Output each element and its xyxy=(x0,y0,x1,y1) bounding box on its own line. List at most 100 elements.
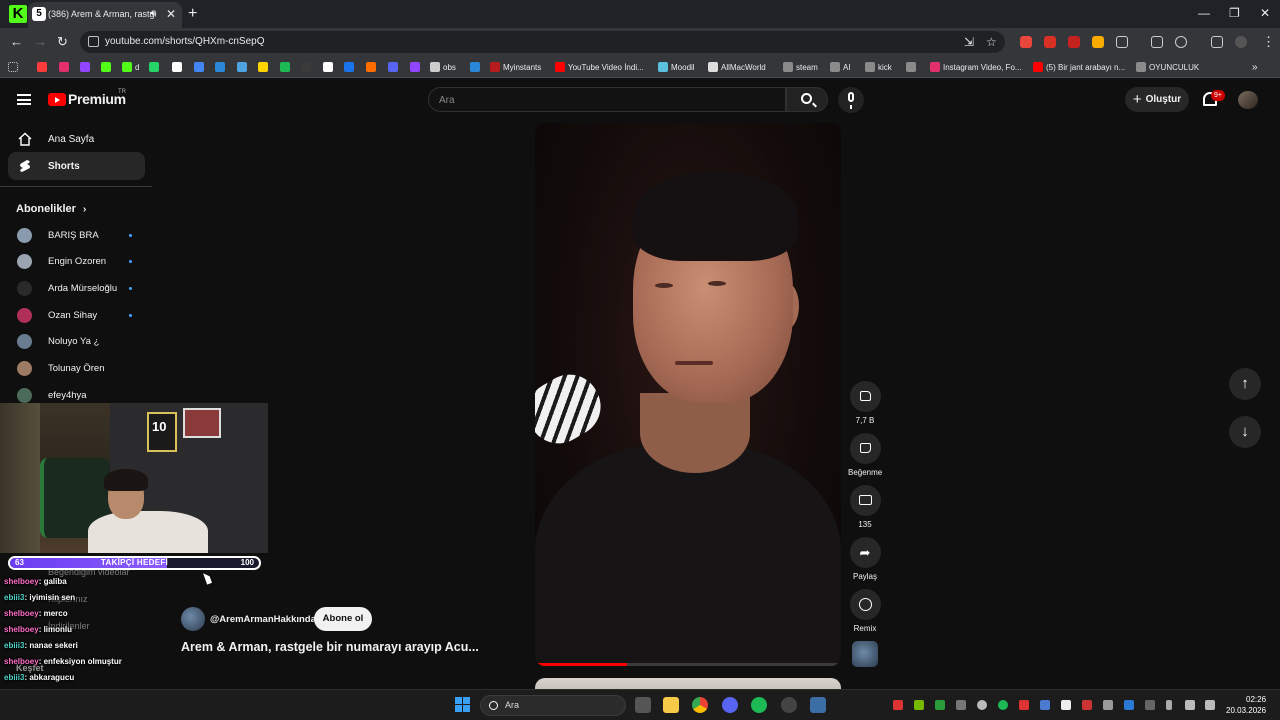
bookmark-item[interactable] xyxy=(410,61,420,73)
tray-icon[interactable] xyxy=(1061,700,1071,710)
tray-icon[interactable] xyxy=(893,700,903,710)
browser-menu-icon[interactable]: ⋮ xyxy=(1262,34,1275,50)
bookmark-item[interactable] xyxy=(80,61,90,73)
windows-start-icon[interactable] xyxy=(455,697,470,712)
bookmark-item[interactable] xyxy=(344,61,354,73)
subscribe-button[interactable]: Abone ol xyxy=(314,607,372,631)
bookmark-item[interactable]: AllMacWorld xyxy=(708,61,766,73)
install-app-icon[interactable]: ⇲ xyxy=(964,35,974,49)
bookmark-item[interactable]: YouTube Video İndi... xyxy=(555,61,644,73)
address-bar[interactable]: youtube.com/shorts/QHXm-cnSepQ ⇲ ☆ xyxy=(80,31,1005,53)
tray-icon[interactable] xyxy=(1040,700,1050,710)
tray-icon[interactable] xyxy=(1145,700,1155,710)
restore-icon[interactable]: ❐ xyxy=(1229,6,1240,20)
bookmark-item[interactable] xyxy=(172,61,182,73)
tray-icon[interactable] xyxy=(1103,700,1113,710)
subscription-item[interactable]: Noluyo Ya ¿ xyxy=(8,329,145,355)
microphone-tray-icon[interactable] xyxy=(1166,700,1172,710)
back-icon[interactable]: ← xyxy=(10,34,23,49)
dislike-action[interactable]: Beğenme xyxy=(848,433,882,477)
remix-button[interactable] xyxy=(849,589,881,620)
kick-tab-icon[interactable]: K xyxy=(9,5,27,23)
bookmark-item[interactable] xyxy=(301,61,311,73)
site-info-icon[interactable] xyxy=(88,36,99,47)
tab-audio-icon[interactable]: 🔊︎ xyxy=(150,8,156,19)
bookmark-star-icon[interactable]: ☆ xyxy=(986,35,997,49)
subscription-item[interactable]: Arda Mürseloğlu xyxy=(8,275,145,301)
bookmark-item[interactable]: OYUNCULUK xyxy=(1136,61,1199,73)
channel-avatar[interactable] xyxy=(181,607,205,631)
extensions-puzzle-icon[interactable] xyxy=(1116,36,1128,48)
forward-icon[interactable]: → xyxy=(34,34,47,49)
bookmark-item[interactable]: obs xyxy=(430,61,456,73)
bookmark-item[interactable] xyxy=(366,61,376,73)
bookmark-item[interactable] xyxy=(280,61,290,73)
share-action[interactable]: ➦ Paylaş xyxy=(848,537,882,581)
tray-icon[interactable] xyxy=(956,700,966,710)
bookmark-item[interactable]: d xyxy=(122,61,139,73)
url-text[interactable]: youtube.com/shorts/QHXm-cnSepQ xyxy=(105,36,265,47)
subscriptions-header[interactable]: Abonelikler › xyxy=(16,203,86,215)
tab-close-icon[interactable]: ✕ xyxy=(166,7,176,21)
volume-icon[interactable] xyxy=(1205,700,1215,710)
active-tab[interactable]: 5 (386) Arem & Arman, rastgele 🔊︎ ✕ xyxy=(28,2,182,28)
task-view-icon[interactable] xyxy=(635,697,651,713)
extension-icon[interactable] xyxy=(1151,36,1163,48)
tray-icon[interactable] xyxy=(1019,700,1029,710)
extension-icon[interactable] xyxy=(1020,36,1032,48)
extension-icon[interactable] xyxy=(1175,36,1187,48)
spotify-icon[interactable] xyxy=(751,697,767,713)
subscription-item[interactable]: Ozan Sihay xyxy=(8,302,145,328)
voice-search-button[interactable] xyxy=(838,87,864,113)
network-icon[interactable] xyxy=(1185,700,1195,710)
bookmark-item[interactable] xyxy=(101,61,111,73)
sidebar-item-home[interactable]: Ana Sayfa xyxy=(8,125,145,153)
shorts-video-player[interactable] xyxy=(535,123,841,666)
like-action[interactable]: 7,7 B xyxy=(848,381,882,425)
like-button[interactable] xyxy=(849,381,881,412)
share-button[interactable]: ➦ xyxy=(849,537,881,568)
video-progress-bar[interactable] xyxy=(535,663,841,666)
sound-thumbnail[interactable] xyxy=(852,641,878,667)
subscription-item[interactable]: Engin Ozoren xyxy=(8,249,145,275)
profile-avatar[interactable] xyxy=(1235,36,1247,48)
bookmark-item[interactable] xyxy=(470,61,480,73)
bookmark-item[interactable]: kick xyxy=(865,61,892,73)
short-title[interactable]: Arem & Arman, rastgele bir numarayı aray… xyxy=(181,640,491,654)
extension-icon[interactable] xyxy=(1092,36,1104,48)
bookmark-item[interactable] xyxy=(215,61,225,73)
youtube-logo-icon[interactable] xyxy=(48,93,66,106)
sidebar-item-shorts[interactable]: Shorts xyxy=(8,152,145,180)
previous-short-arrow-icon[interactable]: ↑ xyxy=(1229,368,1261,400)
bookmark-item[interactable]: steam xyxy=(783,61,818,73)
steam-icon[interactable] xyxy=(781,697,797,713)
next-short-arrow-icon[interactable]: ↓ xyxy=(1229,416,1261,448)
bookmark-item[interactable] xyxy=(37,61,47,73)
reading-list-icon[interactable] xyxy=(1211,36,1223,48)
search-button[interactable] xyxy=(786,87,828,112)
bookmark-item[interactable] xyxy=(906,61,916,73)
bookmark-item[interactable]: (5) Bir jant arabayı n... xyxy=(1033,61,1125,73)
app-icon[interactable] xyxy=(810,697,826,713)
system-clock[interactable]: 02:26 20.03.2026 xyxy=(1226,694,1266,716)
bookmark-item[interactable] xyxy=(323,61,333,73)
remix-action[interactable]: Remix xyxy=(848,589,882,633)
dislike-button[interactable] xyxy=(849,433,881,464)
account-avatar[interactable] xyxy=(1238,91,1258,109)
bluetooth-icon[interactable] xyxy=(1124,700,1134,710)
tray-icon[interactable] xyxy=(998,700,1008,710)
minimize-icon[interactable]: — xyxy=(1198,6,1210,20)
bookmark-item[interactable] xyxy=(59,61,69,73)
subscription-item[interactable]: Tolunay Ören xyxy=(8,356,145,382)
comments-action[interactable]: 135 xyxy=(848,485,882,529)
bookmark-item[interactable]: Myinstants xyxy=(490,61,541,73)
tray-icon[interactable] xyxy=(935,700,945,710)
extension-icon[interactable] xyxy=(1068,36,1080,48)
new-tab-button[interactable]: + xyxy=(188,5,197,23)
bookmark-item[interactable]: Instagram Video, Fo... xyxy=(930,61,1022,73)
subscription-item[interactable]: BARIŞ BRA xyxy=(8,222,145,248)
discord-icon[interactable] xyxy=(722,697,738,713)
more-bookmarks-icon[interactable]: » xyxy=(1252,61,1258,73)
bookmark-item[interactable]: Moodil xyxy=(658,61,695,73)
taskbar-search[interactable]: Ara xyxy=(480,695,626,716)
